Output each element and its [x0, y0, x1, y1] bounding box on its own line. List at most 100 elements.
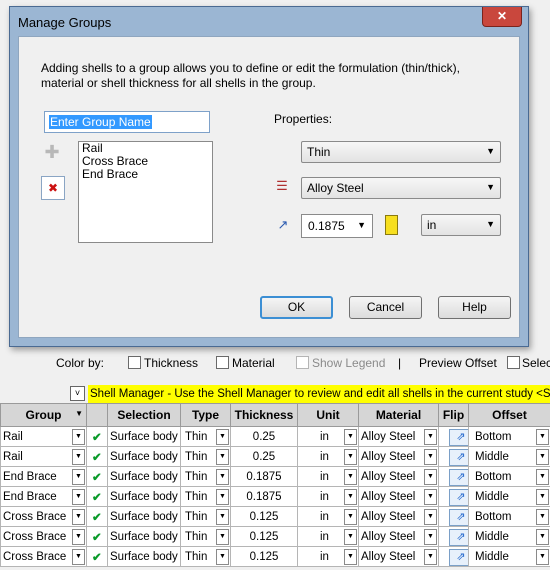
- chevron-down-icon[interactable]: ▼: [424, 489, 437, 505]
- unit-cell[interactable]: in: [299, 511, 329, 523]
- material-checkbox[interactable]: [216, 356, 229, 369]
- flip-icon[interactable]: ⇗: [449, 448, 468, 466]
- thickness-cell[interactable]: 0.25: [253, 431, 275, 443]
- unit-cell[interactable]: in: [299, 471, 329, 483]
- offset-cell[interactable]: Middle: [470, 551, 509, 563]
- collapse-chevron-icon[interactable]: ˅: [70, 386, 85, 401]
- chevron-down-icon[interactable]: ▼: [424, 449, 437, 465]
- material-cell[interactable]: Alloy Steel: [360, 471, 415, 483]
- unit-cell[interactable]: in: [299, 431, 329, 443]
- chevron-down-icon[interactable]: ▼: [536, 449, 549, 465]
- selection-cell[interactable]: Surface body: [109, 491, 178, 503]
- unit-cell[interactable]: in: [299, 491, 329, 503]
- column-header-group[interactable]: Group ▼: [0, 403, 87, 427]
- chevron-down-icon[interactable]: ▼: [344, 509, 357, 525]
- flip-icon[interactable]: ⇗: [449, 548, 468, 566]
- selection-cell[interactable]: Surface body: [109, 511, 178, 523]
- chevron-down-icon[interactable]: ▼: [344, 549, 357, 565]
- chevron-down-icon[interactable]: ▼: [216, 489, 229, 505]
- group-name-input[interactable]: Enter Group Name: [44, 111, 210, 133]
- remove-from-group-icon[interactable]: ✖: [41, 176, 65, 200]
- type-cell[interactable]: Thin: [182, 531, 207, 543]
- thickness-cell[interactable]: 0.25: [253, 451, 275, 463]
- chevron-down-icon[interactable]: ▼: [344, 469, 357, 485]
- chevron-down-icon[interactable]: ▼: [536, 469, 549, 485]
- chevron-down-icon[interactable]: ▼: [424, 469, 437, 485]
- group-cell[interactable]: Cross Brace: [2, 511, 66, 523]
- chevron-down-icon[interactable]: ▼: [536, 489, 549, 505]
- chevron-down-icon[interactable]: ▼: [216, 469, 229, 485]
- offset-cell[interactable]: Bottom: [470, 471, 511, 483]
- material-cell[interactable]: Alloy Steel: [360, 431, 415, 443]
- thickness-cell[interactable]: 0.125: [250, 551, 279, 563]
- group-cell[interactable]: Rail: [2, 451, 23, 463]
- chevron-down-icon[interactable]: ▼: [424, 549, 437, 565]
- flip-icon[interactable]: ⇗: [449, 468, 468, 486]
- table-row[interactable]: Cross Brace ▼ ✔ Surface body Thin ▼ 0.125 …: [0, 506, 550, 527]
- offset-cell[interactable]: Middle: [470, 451, 509, 463]
- chevron-down-icon[interactable]: ▼: [344, 429, 357, 445]
- chevron-down-icon[interactable]: ▼: [536, 509, 549, 525]
- type-cell[interactable]: Thin: [182, 551, 207, 563]
- thickness-cell[interactable]: 0.1875: [246, 471, 281, 483]
- material-cell[interactable]: Alloy Steel: [360, 451, 415, 463]
- unit-select[interactable]: in ▼: [421, 214, 501, 236]
- chevron-down-icon[interactable]: ▼: [536, 529, 549, 545]
- formulation-select[interactable]: Thin ▼: [301, 141, 501, 163]
- unit-cell[interactable]: in: [299, 531, 329, 543]
- type-cell[interactable]: Thin: [182, 491, 207, 503]
- material-cell[interactable]: Alloy Steel: [360, 491, 415, 503]
- chevron-down-icon[interactable]: ▼: [72, 429, 85, 445]
- group-cell[interactable]: End Brace: [2, 491, 57, 503]
- close-icon[interactable]: ✕: [482, 7, 522, 27]
- select-checkbox[interactable]: [507, 356, 520, 369]
- material-cell[interactable]: Alloy Steel: [360, 511, 415, 523]
- chevron-down-icon[interactable]: ▼: [536, 429, 549, 445]
- ok-button[interactable]: OK: [260, 296, 333, 319]
- table-row[interactable]: End Brace ▼ ✔ Surface body Thin ▼ 0.1875 i…: [0, 466, 550, 487]
- material-cell[interactable]: Alloy Steel: [360, 531, 415, 543]
- group-cell[interactable]: Cross Brace: [2, 531, 66, 543]
- selection-cell[interactable]: Surface body: [109, 531, 178, 543]
- offset-cell[interactable]: Bottom: [470, 431, 511, 443]
- selection-cell[interactable]: Surface body: [109, 551, 178, 563]
- chevron-down-icon[interactable]: ▼: [216, 529, 229, 545]
- table-row[interactable]: Rail ▼ ✔ Surface body Thin ▼ 0.25 in ▼ Allo…: [0, 446, 550, 467]
- chevron-down-icon[interactable]: ▼: [72, 549, 85, 565]
- group-cell[interactable]: End Brace: [2, 471, 57, 483]
- flip-icon[interactable]: ⇗: [449, 528, 468, 546]
- unit-cell[interactable]: in: [299, 551, 329, 563]
- chevron-down-icon[interactable]: ▼: [72, 449, 85, 465]
- thickness-cell[interactable]: 0.125: [250, 531, 279, 543]
- chevron-down-icon[interactable]: ▼: [424, 529, 437, 545]
- chevron-down-icon[interactable]: ▼: [216, 429, 229, 445]
- selection-cell[interactable]: Surface body: [109, 431, 178, 443]
- chevron-down-icon[interactable]: ▼: [72, 489, 85, 505]
- chevron-down-icon[interactable]: ▼: [216, 509, 229, 525]
- type-cell[interactable]: Thin: [182, 471, 207, 483]
- group-cell[interactable]: Cross Brace: [2, 551, 66, 563]
- chevron-down-icon[interactable]: ▼: [72, 509, 85, 525]
- group-cell[interactable]: Rail: [2, 431, 23, 443]
- help-button[interactable]: Help: [438, 296, 511, 319]
- material-select[interactable]: Alloy Steel ▼: [301, 177, 501, 199]
- table-row[interactable]: Cross Brace ▼ ✔ Surface body Thin ▼ 0.125 …: [0, 546, 550, 567]
- chevron-down-icon[interactable]: ▼: [344, 449, 357, 465]
- selection-cell[interactable]: Surface body: [109, 471, 178, 483]
- offset-cell[interactable]: Middle: [470, 491, 509, 503]
- chevron-down-icon[interactable]: ▼: [72, 469, 85, 485]
- flip-icon[interactable]: ⇗: [449, 488, 468, 506]
- flip-icon[interactable]: ⇗: [449, 508, 468, 526]
- chevron-down-icon[interactable]: ▼: [536, 549, 549, 565]
- type-cell[interactable]: Thin: [182, 511, 207, 523]
- offset-cell[interactable]: Middle: [470, 531, 509, 543]
- list-item[interactable]: End Brace: [79, 168, 212, 181]
- unit-cell[interactable]: in: [299, 451, 329, 463]
- material-cell[interactable]: Alloy Steel: [360, 551, 415, 563]
- chevron-down-icon[interactable]: ▼: [216, 449, 229, 465]
- thickness-checkbox[interactable]: [128, 356, 141, 369]
- type-cell[interactable]: Thin: [182, 431, 207, 443]
- offset-cell[interactable]: Bottom: [470, 511, 511, 523]
- cancel-button[interactable]: Cancel: [349, 296, 422, 319]
- type-cell[interactable]: Thin: [182, 451, 207, 463]
